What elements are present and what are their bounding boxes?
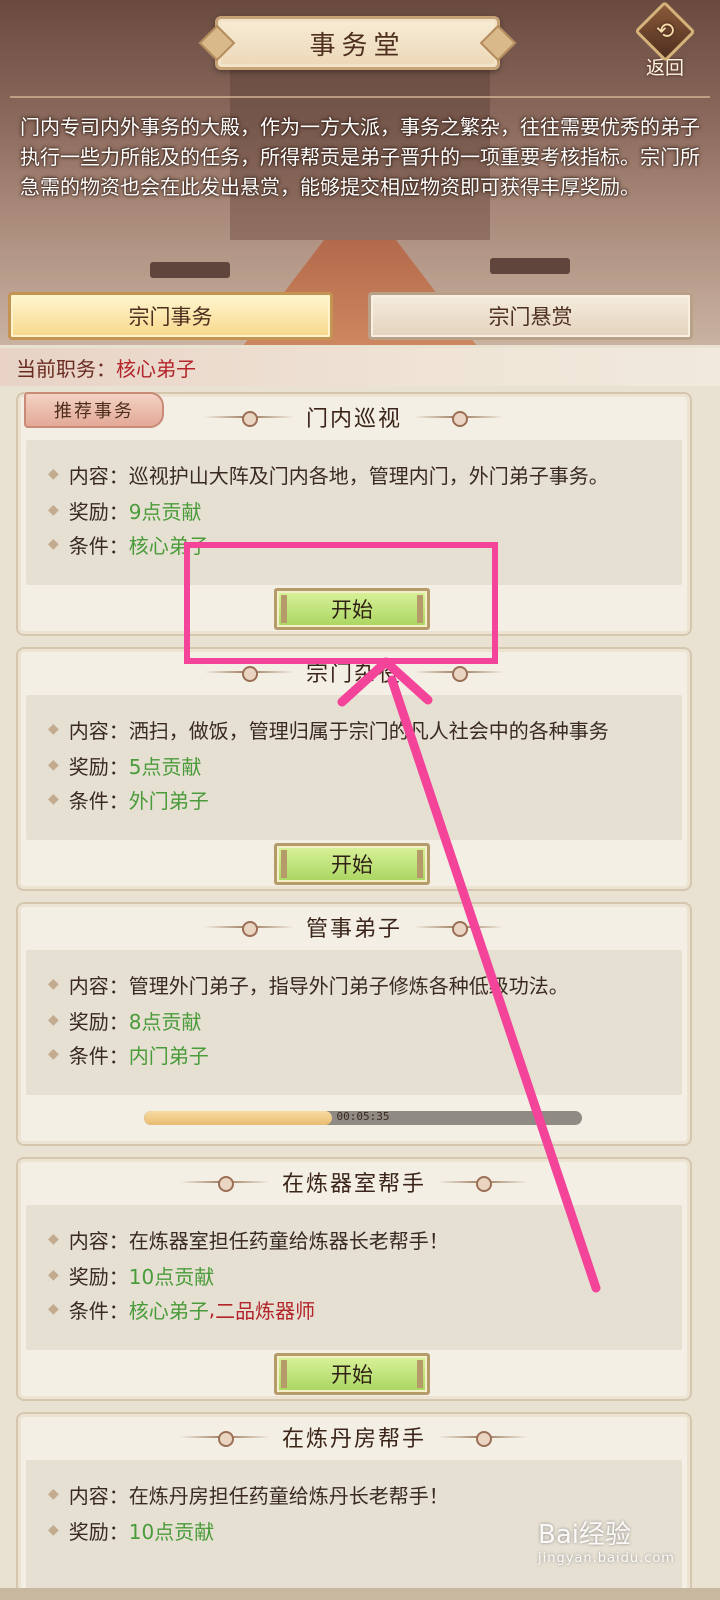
arrow-annotation: [337, 657, 601, 1293]
arrow-head: [337, 657, 433, 707]
watermark-brand: Bai经验: [538, 1520, 631, 1550]
watermark: Bai经验 jingyan.baidu.com: [538, 1514, 698, 1574]
watermark-url: jingyan.baidu.com: [538, 1551, 675, 1566]
arrow-shaft: [387, 675, 601, 1293]
